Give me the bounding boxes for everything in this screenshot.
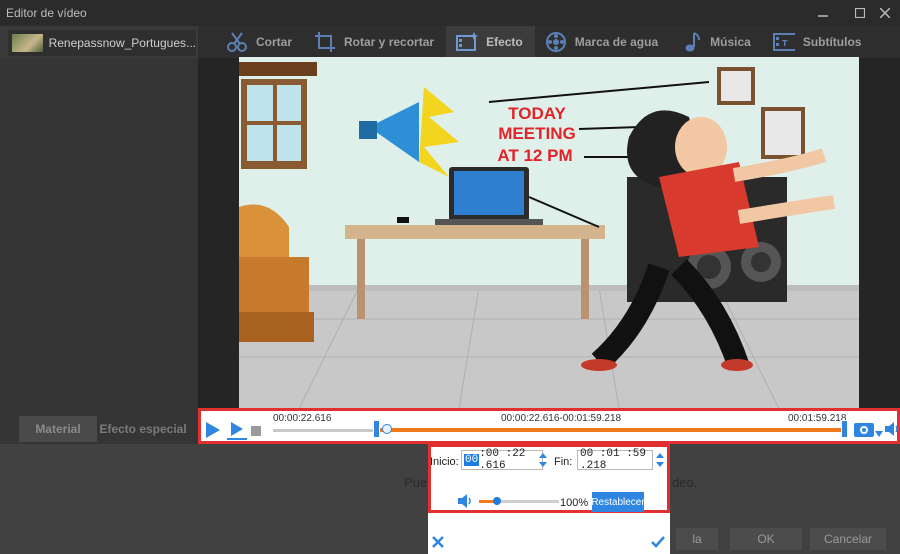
trim-settings-box: Inicio: 00:00 :22 .616 Fin: 00 :01 :59 .… [428, 444, 670, 513]
tool-cut[interactable]: Cortar [198, 26, 304, 58]
volume-percent: 100% [560, 497, 589, 509]
tool-subtitles-label: Subtítulos [802, 35, 862, 49]
tab-special-effect[interactable]: Efecto especial [97, 416, 189, 442]
end-time-spinner[interactable] [655, 450, 665, 470]
playback-control-bar: 00:00:22.616 00:00:22.616-00:01:59.218 0… [198, 408, 900, 444]
minimize-button[interactable] [808, 0, 838, 26]
tool-subtitles[interactable]: T Subtítulos [763, 26, 874, 58]
tool-effect-label: Efecto [486, 35, 523, 49]
tab-material[interactable]: Material [19, 416, 97, 442]
tool-rotate-crop[interactable]: Rotar y recortar [304, 26, 446, 58]
maximize-icon [855, 8, 865, 18]
headline-line-1: TODAY [508, 104, 566, 123]
file-thumbnail [12, 34, 43, 52]
close-icon [880, 8, 890, 18]
volume-slider[interactable] [479, 497, 559, 505]
tool-effect[interactable]: Efecto [446, 26, 535, 58]
end-time-label: 00:01:59.218 [788, 413, 847, 424]
end-label: Fin: [554, 456, 573, 468]
music-icon [680, 31, 702, 53]
volume-icon [458, 494, 471, 508]
play-selection-icon [227, 422, 247, 440]
volume-slider-knob[interactable] [493, 497, 501, 505]
dialog-text-left: Pue [404, 475, 428, 490]
range-time-label: 00:00:22.616-00:01:59.218 [501, 413, 622, 424]
start-time-spinner[interactable] [538, 450, 548, 470]
tool-rotate-crop-label: Rotar y recortar [344, 35, 435, 49]
play-icon [206, 422, 220, 438]
volume-button[interactable] [885, 422, 899, 439]
cancel-trim-button[interactable] [432, 536, 444, 551]
play-button[interactable] [205, 421, 221, 442]
editor-toolbar: Cortar Rotar y recortar Efecto Marca de … [198, 26, 900, 58]
timeline-selection [378, 428, 848, 432]
end-time-field[interactable]: 00 :01 :59 .218 [577, 448, 653, 472]
file-name: Renepassnow_Portugues... [48, 36, 196, 50]
dialog-hidden-button[interactable]: la [676, 528, 718, 550]
tool-watermark-label: Marca de agua [574, 35, 659, 49]
checkmark-icon [651, 536, 665, 548]
close-icon [432, 536, 444, 548]
file-tab[interactable]: Renepassnow_Portugues... [8, 30, 196, 56]
start-time-rest: :00 :22 .616 [479, 448, 526, 472]
subtitles-icon: T [772, 31, 795, 53]
chevron-down-icon [875, 431, 883, 437]
dialog-text-right: deo. [672, 475, 698, 490]
watermark-icon [545, 31, 567, 53]
svg-text:T: T [782, 39, 788, 48]
play-selection-button[interactable] [227, 421, 247, 444]
confirm-trim-button[interactable] [651, 536, 665, 551]
cancel-button[interactable]: Cancelar [810, 528, 886, 550]
close-button[interactable] [870, 0, 900, 26]
headline-line-3: AT 12 PM [497, 146, 572, 165]
start-time-field[interactable]: 00:00 :22 .616 [461, 448, 543, 472]
title-bar: Editor de vídeo [0, 0, 900, 26]
tool-watermark[interactable]: Marca de agua [535, 26, 670, 58]
reset-button[interactable]: Restablecer [592, 492, 644, 512]
snapshot-button[interactable] [853, 420, 875, 441]
crop-icon [314, 31, 336, 53]
snapshot-dropdown[interactable] [875, 426, 883, 440]
start-hours-selected: 00 [464, 454, 480, 466]
window-title: Editor de vídeo [6, 6, 87, 20]
minimize-icon [818, 15, 828, 17]
stop-icon [251, 426, 261, 436]
trim-end-handle[interactable] [841, 420, 848, 438]
playhead-knob[interactable] [382, 424, 392, 434]
trim-start-handle[interactable] [373, 420, 380, 438]
timeline-track[interactable] [273, 428, 848, 432]
tool-music-label: Música [710, 35, 751, 49]
ok-button[interactable]: OK [730, 528, 802, 550]
speaker-icon [885, 422, 898, 436]
start-time-label: 00:00:22.616 [273, 413, 332, 424]
tool-music[interactable]: Música [670, 26, 763, 58]
trim-popup: Inicio: 00:00 :22 .616 Fin: 00 :01 :59 .… [428, 444, 670, 554]
effect-icon [456, 31, 479, 53]
video-preview[interactable]: TODAY MEETING AT 12 PM [239, 57, 859, 409]
start-label: Inicio: [430, 456, 459, 468]
stop-button[interactable] [251, 425, 261, 439]
tool-cut-label: Cortar [256, 35, 293, 49]
camera-icon [854, 423, 874, 437]
cut-icon [226, 31, 248, 53]
headline-line-2: MEETING [498, 124, 575, 143]
